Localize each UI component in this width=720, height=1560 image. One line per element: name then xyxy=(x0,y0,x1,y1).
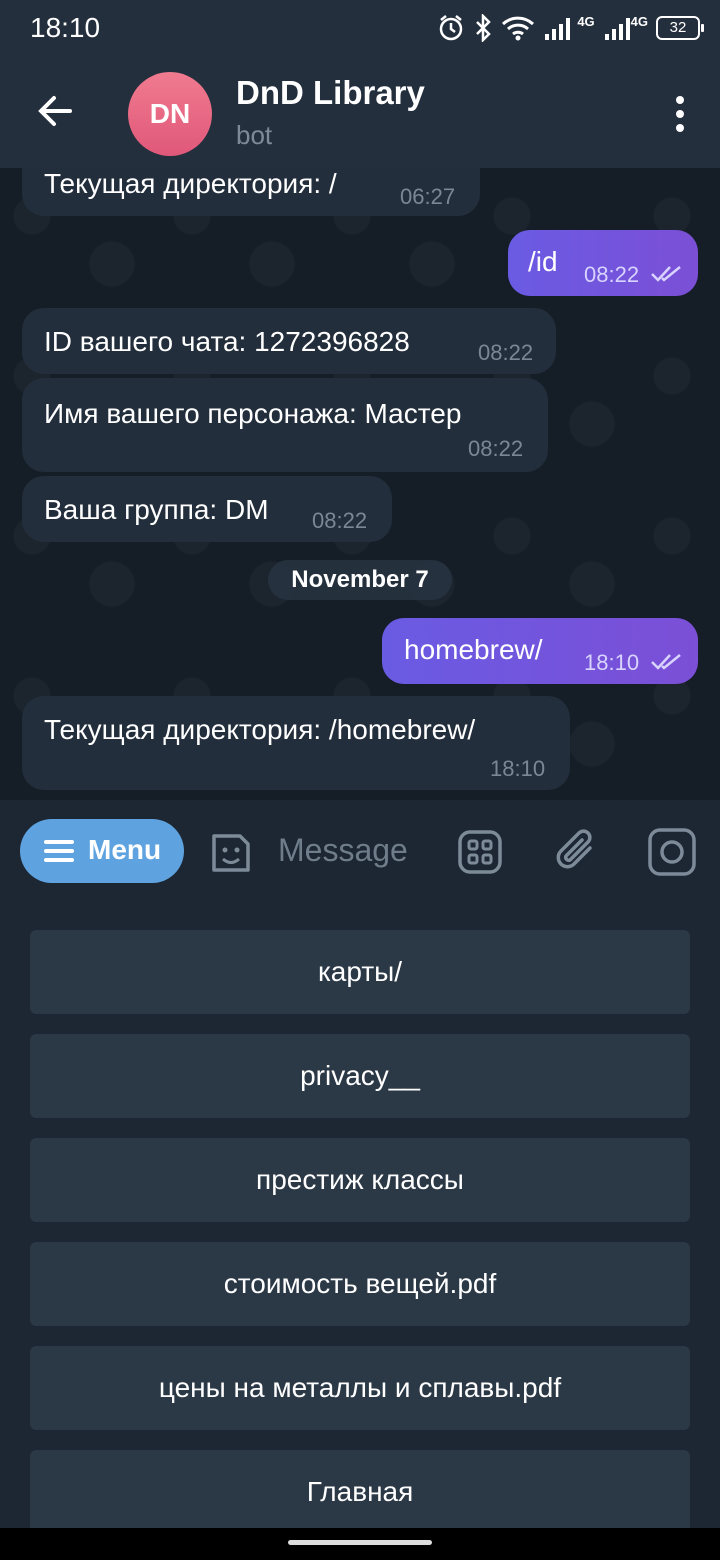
bluetooth-icon xyxy=(476,14,492,42)
keyboard-button[interactable]: privacy__ xyxy=(30,1034,690,1118)
message-incoming[interactable]: Текущая директория: /homebrew/ 18:10 xyxy=(22,696,570,790)
battery-icon: 32 xyxy=(656,16,704,40)
chat-area[interactable]: Текущая директория: / 06:27 /id 08:22 ID… xyxy=(0,168,720,800)
network-type-2: 4G xyxy=(630,13,648,29)
signal-icon-2 xyxy=(604,18,630,40)
wifi-icon xyxy=(502,16,535,41)
date-separator: November 7 xyxy=(268,560,452,600)
message-time: 06:27 xyxy=(400,184,456,209)
message-time: 08:22 xyxy=(584,262,640,287)
message-text: Ваша группа: DM xyxy=(44,494,269,525)
chat-title[interactable]: DnD Library xyxy=(236,74,425,112)
double-check-icon xyxy=(651,654,681,670)
message-input-bar: Menu xyxy=(0,800,720,900)
message-time: 08:22 xyxy=(468,436,524,461)
home-indicator[interactable] xyxy=(288,1540,432,1545)
chat-subtitle: bot xyxy=(236,120,273,150)
more-vertical-icon[interactable] xyxy=(670,94,690,134)
keyboard-button[interactable]: Главная xyxy=(30,1450,690,1534)
message-outgoing[interactable]: homebrew/ 18:10 xyxy=(382,618,698,684)
message-text: Имя вашего персонажа: Мастер xyxy=(44,398,462,429)
message-outgoing[interactable]: /id 08:22 xyxy=(508,230,698,296)
status-bar: 18:10 4G 4G 32 xyxy=(0,0,720,56)
camera-icon[interactable] xyxy=(646,826,698,878)
bot-menu-button[interactable]: Menu xyxy=(20,819,184,883)
double-check-icon xyxy=(651,266,681,282)
chat-header: DN DnD Library bot xyxy=(0,56,720,168)
message-time: 08:22 xyxy=(312,508,368,533)
signal-icon-1 xyxy=(545,18,571,40)
alarm-icon xyxy=(440,15,463,41)
message-text: homebrew/ xyxy=(404,634,543,665)
menu-button-label: Menu xyxy=(88,834,162,865)
status-icons: 4G 4G 32 xyxy=(437,12,704,44)
avatar[interactable]: DN xyxy=(128,72,212,156)
bot-keyboard: карты/ privacy__ престиж классы стоимост… xyxy=(0,900,720,1534)
network-type-1: 4G xyxy=(577,13,595,29)
keyboard-button[interactable]: цены на металлы и сплавы.pdf xyxy=(30,1346,690,1430)
sticker-emoji-icon[interactable] xyxy=(206,828,256,878)
status-time: 18:10 xyxy=(30,12,101,43)
keyboard-button[interactable]: карты/ xyxy=(30,930,690,1014)
message-time: 08:22 xyxy=(478,340,534,365)
message-text: /id xyxy=(528,246,558,277)
back-arrow-icon[interactable] xyxy=(30,86,80,136)
message-time: 18:10 xyxy=(584,650,640,675)
keyboard-button[interactable]: стоимость вещей.pdf xyxy=(30,1242,690,1326)
system-navigation-bar xyxy=(0,1528,720,1560)
message-input[interactable] xyxy=(278,828,448,872)
message-text: Текущая директория: /homebrew/ xyxy=(44,714,476,745)
message-incoming[interactable]: Ваша группа: DM 08:22 xyxy=(22,476,392,542)
message-incoming[interactable]: Имя вашего персонажа: Мастер 08:22 xyxy=(22,378,548,472)
keyboard-button[interactable]: престиж классы xyxy=(30,1138,690,1222)
message-incoming[interactable]: Текущая директория: / 06:27 xyxy=(22,168,480,216)
bot-commands-icon[interactable] xyxy=(456,828,504,876)
menu-lines-icon xyxy=(44,840,74,862)
message-time: 18:10 xyxy=(490,756,546,781)
message-text: ID вашего чата: 1272396828 xyxy=(44,326,410,357)
paperclip-icon[interactable] xyxy=(552,826,602,876)
message-incoming[interactable]: ID вашего чата: 1272396828 08:22 xyxy=(22,308,556,374)
message-text: Текущая директория: / xyxy=(44,168,337,199)
